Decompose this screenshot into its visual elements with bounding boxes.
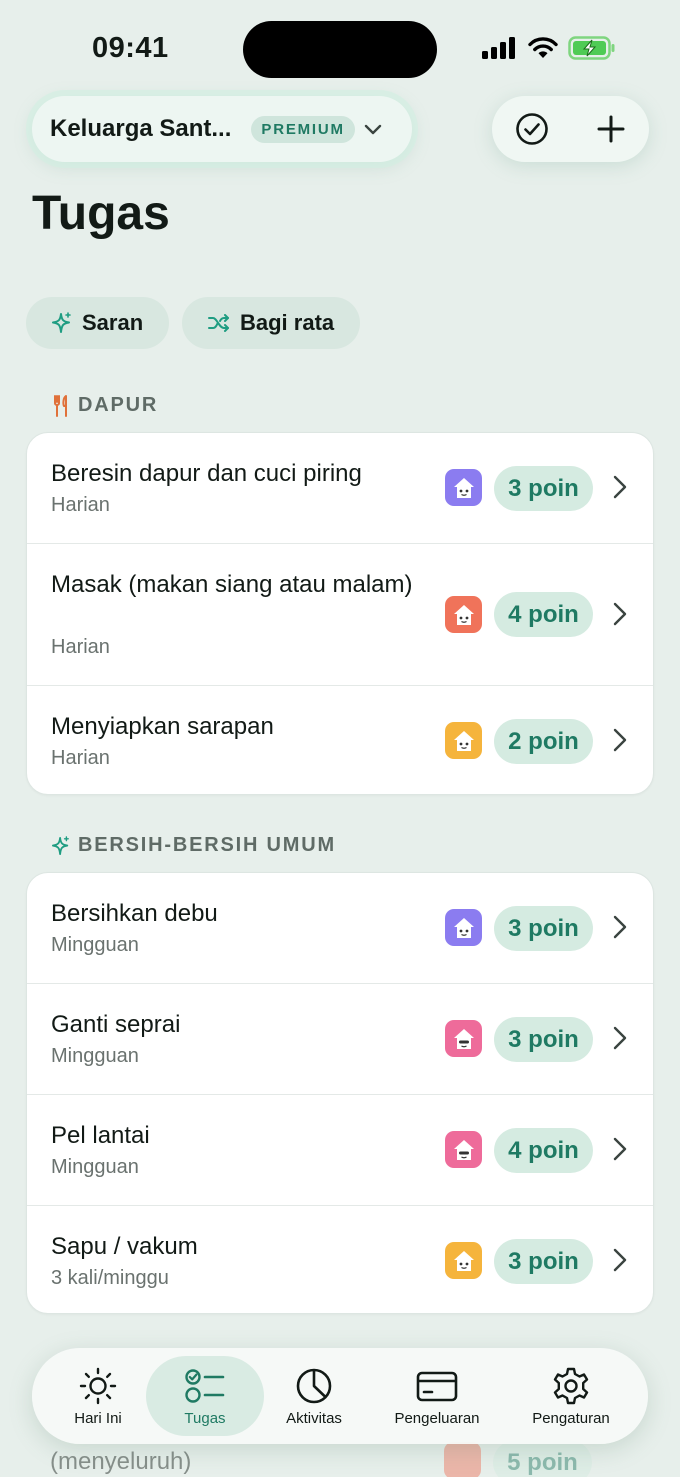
task-frequency: 3 kali/minggu bbox=[51, 1267, 169, 1289]
task-frequency: Mingguan bbox=[51, 1045, 139, 1067]
check-circle-icon[interactable] bbox=[515, 112, 549, 146]
task-card-bersih: Bersihkan debu Mingguan 3 poin Ganti sep… bbox=[26, 872, 654, 1314]
tab-activity[interactable]: Aktivitas bbox=[266, 1348, 362, 1444]
task-frequency: Harian bbox=[51, 636, 110, 658]
signal-icon bbox=[482, 37, 515, 59]
gear-icon bbox=[553, 1367, 589, 1404]
member-avatar bbox=[445, 1242, 482, 1279]
points-badge: 3 poin bbox=[494, 466, 593, 511]
chevron-right-icon bbox=[613, 1137, 627, 1161]
task-title: Masak (makan siang atau malam) bbox=[51, 571, 413, 598]
chevron-right-icon bbox=[613, 728, 627, 752]
member-avatar bbox=[445, 469, 482, 506]
add-icon[interactable] bbox=[596, 114, 626, 144]
tab-label: Hari Ini bbox=[74, 1409, 122, 1427]
header-actions bbox=[492, 96, 649, 162]
sun-icon bbox=[79, 1367, 117, 1404]
task-title: Beresin dapur dan cuci piring bbox=[51, 460, 362, 487]
task-frequency: Mingguan bbox=[51, 934, 139, 956]
task-row[interactable]: Ganti seprai Mingguan 3 poin bbox=[27, 984, 653, 1094]
points-badge: 3 poin bbox=[494, 1239, 593, 1284]
member-avatar bbox=[445, 596, 482, 633]
task-frequency: Harian bbox=[51, 494, 110, 516]
pie-chart-icon bbox=[296, 1368, 332, 1403]
member-avatar bbox=[445, 1131, 482, 1168]
chip-label: Bagi rata bbox=[240, 310, 335, 335]
checklist-icon bbox=[185, 1368, 225, 1403]
task-row[interactable]: Sapu / vakum 3 kali/minggu 3 poin bbox=[27, 1206, 653, 1313]
family-switcher[interactable]: Keluarga Sant... PREMIUM bbox=[32, 96, 412, 162]
member-avatar bbox=[445, 1020, 482, 1057]
tab-tasks[interactable]: Tugas bbox=[158, 1348, 252, 1444]
points-badge: 3 poin bbox=[494, 906, 593, 951]
chevron-right-icon bbox=[613, 1026, 627, 1050]
house-face-icon bbox=[453, 1028, 474, 1049]
points-badge: 4 poin bbox=[494, 1128, 593, 1173]
member-avatar bbox=[445, 909, 482, 946]
premium-badge: PREMIUM bbox=[251, 115, 355, 143]
status-icons bbox=[482, 36, 616, 60]
house-face-icon bbox=[453, 604, 474, 625]
section-title: DAPUR bbox=[78, 394, 159, 416]
fork-knife-icon bbox=[54, 394, 67, 417]
suggestion-chip[interactable]: Saran bbox=[26, 297, 169, 349]
points-badge: 2 poin bbox=[494, 719, 593, 764]
page-title: Tugas bbox=[32, 187, 170, 240]
task-row[interactable]: Masak (makan siang atau malam) Harian 4 … bbox=[27, 544, 653, 686]
member-avatar bbox=[445, 722, 482, 759]
section-header-bersih: BERSIH-BERSIH UMUM bbox=[52, 834, 336, 857]
section-header-dapur: DAPUR bbox=[52, 394, 158, 417]
tab-label: Pengaturan bbox=[532, 1409, 610, 1427]
tab-bar: Hari Ini Tugas Aktivitas Pengeluaran Pen… bbox=[32, 1348, 648, 1444]
task-row[interactable]: Bersihkan debu Mingguan 3 poin bbox=[27, 873, 653, 983]
task-card-dapur: Beresin dapur dan cuci piring Harian 3 p… bbox=[26, 432, 654, 795]
task-row[interactable]: Beresin dapur dan cuci piring Harian 3 p… bbox=[27, 433, 653, 543]
wifi-icon bbox=[528, 37, 558, 58]
chevron-right-icon bbox=[613, 475, 627, 499]
task-frequency: Mingguan bbox=[51, 1156, 139, 1178]
status-time: 09:41 bbox=[92, 32, 169, 64]
task-title: Sapu / vakum bbox=[51, 1233, 198, 1260]
points-badge: 5 poin bbox=[493, 1440, 592, 1477]
sparkle-icon bbox=[52, 312, 71, 333]
dynamic-island bbox=[243, 21, 437, 78]
tab-label: Pengeluaran bbox=[394, 1409, 480, 1427]
battery-icon bbox=[568, 36, 615, 60]
member-avatar bbox=[444, 1442, 481, 1477]
house-face-icon bbox=[453, 730, 474, 751]
task-row[interactable]: Pel lantai Mingguan 4 poin bbox=[27, 1095, 653, 1205]
section-title: BERSIH-BERSIH UMUM bbox=[78, 834, 336, 856]
split-evenly-chip[interactable]: Bagi rata bbox=[182, 297, 360, 349]
tab-label: Tugas bbox=[184, 1409, 226, 1427]
task-title: Menyiapkan sarapan bbox=[51, 713, 274, 740]
tab-today[interactable]: Hari Ini bbox=[52, 1348, 144, 1444]
house-face-icon bbox=[453, 1250, 474, 1271]
chip-label: Saran bbox=[82, 310, 144, 335]
credit-card-icon bbox=[416, 1371, 458, 1401]
task-title: (menyeluruh) bbox=[50, 1448, 192, 1475]
house-face-icon bbox=[453, 477, 474, 498]
tab-expenses[interactable]: Pengeluaran bbox=[376, 1348, 498, 1444]
task-row[interactable]: Menyiapkan sarapan Harian 2 poin bbox=[27, 686, 653, 794]
family-name: Keluarga Sant... bbox=[50, 115, 232, 142]
shuffle-icon bbox=[208, 314, 229, 332]
points-badge: 3 poin bbox=[494, 1017, 593, 1062]
tab-label: Aktivitas bbox=[286, 1409, 342, 1427]
tab-settings[interactable]: Pengaturan bbox=[514, 1348, 628, 1444]
chevron-right-icon bbox=[613, 602, 627, 626]
sparkle-icon bbox=[52, 835, 69, 855]
task-title: Bersihkan debu bbox=[51, 900, 218, 927]
points-badge: 4 poin bbox=[494, 592, 593, 637]
task-title: Ganti seprai bbox=[51, 1011, 181, 1038]
task-frequency: Harian bbox=[51, 747, 110, 769]
chevron-right-icon bbox=[613, 1248, 627, 1272]
task-title: Pel lantai bbox=[51, 1122, 150, 1149]
house-face-icon bbox=[453, 1139, 474, 1160]
house-face-icon bbox=[453, 917, 474, 938]
chevron-right-icon bbox=[613, 915, 627, 939]
chevron-down-icon bbox=[364, 124, 382, 135]
